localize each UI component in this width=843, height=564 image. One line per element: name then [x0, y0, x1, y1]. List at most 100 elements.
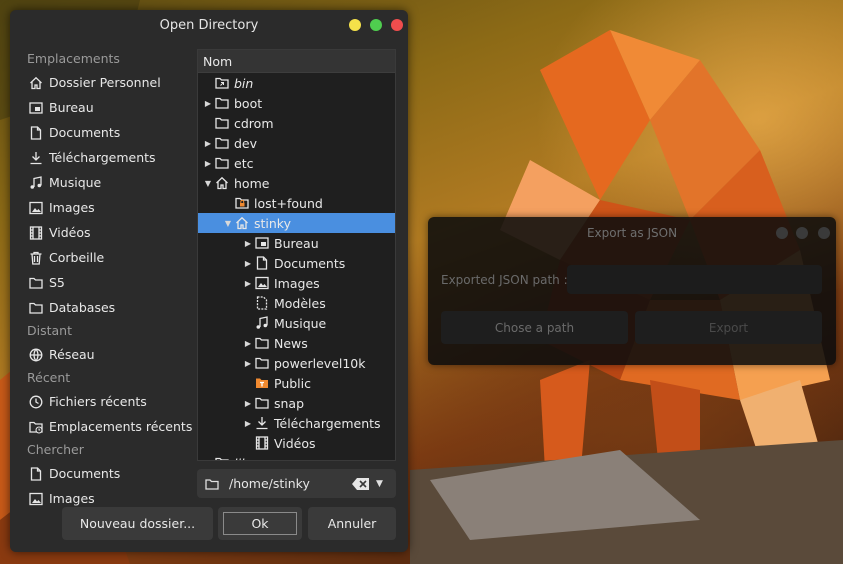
template-icon — [254, 296, 269, 310]
tree-row-stinky[interactable]: ▼ stinky — [198, 213, 395, 233]
sidebar-item-dossier-personnel[interactable]: Dossier Personnel — [10, 70, 196, 95]
collapse-arrow-icon[interactable]: ▼ — [222, 213, 234, 233]
export-maximize-button[interactable] — [796, 227, 808, 239]
expand-arrow-icon[interactable]: ▶ — [202, 93, 214, 113]
sidebar-item-fichiers-recents[interactable]: Fichiers récents — [10, 389, 196, 414]
dialog-titlebar[interactable]: Open Directory — [10, 10, 408, 40]
places-sidebar: Emplacements Dossier Personnel Bureau Docum… — [10, 48, 196, 511]
tree-row-label: Modèles — [274, 295, 326, 311]
tree-row-snap[interactable]: ▶ snap — [198, 393, 395, 413]
expand-arrow-icon[interactable]: ▶ — [242, 393, 254, 413]
tree-row-label: Images — [274, 275, 320, 291]
tree-row-news[interactable]: ▶ News — [198, 333, 395, 353]
expand-arrow-icon[interactable]: ▶ — [242, 233, 254, 253]
tree-row-label: bin — [234, 75, 254, 91]
image-icon — [29, 201, 43, 215]
expand-arrow-icon[interactable]: ▶ — [242, 413, 254, 433]
folder-icon — [29, 301, 43, 315]
export-close-button[interactable] — [818, 227, 830, 239]
tree-row-bin[interactable]: bin — [198, 73, 395, 93]
collapse-arrow-icon[interactable]: ▼ — [202, 173, 214, 193]
folder-icon — [214, 116, 229, 130]
folder-locked-icon — [234, 196, 249, 210]
sidebar-item-documents[interactable]: Documents — [10, 461, 196, 486]
export-path-input[interactable] — [567, 265, 822, 294]
path-combobox[interactable]: /home/stinky ▼ — [197, 469, 396, 498]
directory-tree: Nom bin ▶ boot cdrom ▶ dev ▶ etc ▼ home lost+found… — [197, 49, 396, 461]
tree-row-modeles[interactable]: Modèles — [198, 293, 395, 313]
tree-row-label: News — [274, 335, 308, 351]
sidebar-item-label: Vidéos — [49, 225, 91, 240]
export-minimize-button[interactable] — [776, 227, 788, 239]
sidebar-item-reseau[interactable]: Réseau — [10, 342, 196, 367]
tree-row-videos[interactable]: Vidéos — [198, 433, 395, 453]
ok-button[interactable]: Ok — [218, 507, 302, 540]
tree-row-label: Vidéos — [274, 435, 316, 451]
caret-down-icon[interactable]: ▼ — [376, 479, 388, 489]
expand-arrow-icon[interactable]: ▶ — [242, 353, 254, 373]
sidebar-item-label: Documents — [49, 125, 121, 140]
tree-row-public[interactable]: Public — [198, 373, 395, 393]
download-icon — [29, 151, 43, 165]
sidebar-item-label: Corbeille — [49, 250, 105, 265]
tree-row-cdrom[interactable]: cdrom — [198, 113, 395, 133]
sidebar-item-videos[interactable]: Vidéos — [10, 220, 196, 245]
tree-row-label: Bureau — [274, 235, 319, 251]
tree-row-powerlevel10k[interactable]: ▶ powerlevel10k — [198, 353, 395, 373]
tree-row-bureau[interactable]: ▶ Bureau — [198, 233, 395, 253]
tree-row-label: boot — [234, 95, 263, 111]
export-button[interactable]: Export — [635, 311, 822, 344]
tree-row-documents[interactable]: ▶ Documents — [198, 253, 395, 273]
tree-row-lib[interactable]: lib — [198, 453, 395, 460]
video-icon — [29, 225, 43, 240]
tree-row-boot[interactable]: ▶ boot — [198, 93, 395, 113]
maximize-button[interactable] — [370, 19, 382, 31]
sidebar-item-databases[interactable]: Databases — [10, 295, 196, 320]
sidebar-item-corbeille[interactable]: Corbeille — [10, 245, 196, 270]
expand-arrow-icon[interactable]: ▶ — [242, 253, 254, 273]
expand-arrow-icon[interactable]: ▶ — [202, 133, 214, 153]
cancel-button[interactable]: Annuler — [308, 507, 396, 540]
folder-icon — [205, 477, 219, 491]
sidebar-item-emplacements-recents[interactable]: Emplacements récents — [10, 414, 196, 439]
sidebar-item-label: Fichiers récents — [49, 394, 147, 409]
path-value[interactable]: /home/stinky — [229, 476, 352, 491]
sidebar-item-label: Emplacements récents — [49, 419, 193, 434]
sidebar-item-telechargements[interactable]: Téléchargements — [10, 145, 196, 170]
expand-arrow-icon[interactable]: ▶ — [242, 333, 254, 353]
new-folder-button[interactable]: Nouveau dossier... — [62, 507, 213, 540]
tree-row-dev[interactable]: ▶ dev — [198, 133, 395, 153]
tree-row-label: Public — [274, 375, 311, 391]
sidebar-item-musique[interactable]: Musique — [10, 170, 196, 195]
folder-icon — [254, 356, 269, 370]
minimize-button[interactable] — [349, 19, 361, 31]
sidebar-item-documents[interactable]: Documents — [10, 120, 196, 145]
sidebar-item-images[interactable]: Images — [10, 195, 196, 220]
tree-row-telechargements[interactable]: ▶ Téléchargements — [198, 413, 395, 433]
document-icon — [29, 466, 43, 481]
backspace-icon[interactable] — [352, 477, 370, 491]
tree-row-images[interactable]: ▶ Images — [198, 273, 395, 293]
home-icon — [214, 176, 229, 190]
expand-arrow-icon[interactable]: ▶ — [242, 273, 254, 293]
tree-row-etc[interactable]: ▶ etc — [198, 153, 395, 173]
chose-path-button[interactable]: Chose a path — [441, 311, 628, 344]
expand-arrow-icon[interactable]: ▶ — [202, 153, 214, 173]
sidebar-item-bureau[interactable]: Bureau — [10, 95, 196, 120]
tree-row-home[interactable]: ▼ home — [198, 173, 395, 193]
export-path-label: Exported JSON path : — [441, 273, 568, 287]
home-icon — [234, 216, 249, 230]
tree-rows: bin ▶ boot cdrom ▶ dev ▶ etc ▼ home lost+found ▼ sti… — [198, 73, 395, 460]
tree-row-lost-found[interactable]: lost+found — [198, 193, 395, 213]
tree-row-musique[interactable]: Musique — [198, 313, 395, 333]
sidebar-item-s5[interactable]: S5 — [10, 270, 196, 295]
download-icon — [254, 416, 269, 430]
close-button[interactable] — [391, 19, 403, 31]
sidebar-item-label: Documents — [49, 466, 121, 481]
sidebar-item-label: Images — [49, 491, 95, 506]
tree-column-header-name[interactable]: Nom — [198, 50, 395, 73]
